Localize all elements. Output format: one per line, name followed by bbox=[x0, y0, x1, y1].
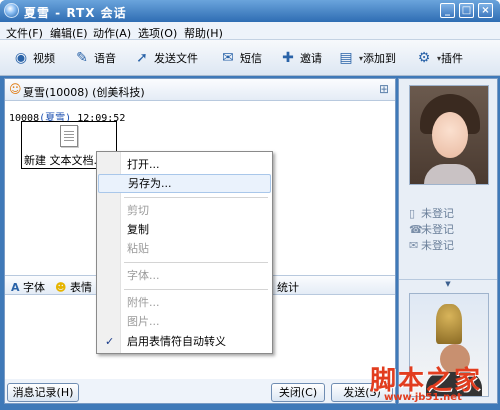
menu-item-attachment[interactable]: 附件... bbox=[98, 293, 271, 312]
watermark: 脚本之家 www.jb51.net bbox=[370, 360, 498, 408]
menu-item-paste[interactable]: 粘贴 bbox=[98, 239, 271, 258]
invite-button[interactable]: ✚ 邀请 bbox=[279, 48, 322, 68]
checkmark-icon: ✓ bbox=[105, 335, 115, 348]
voice-button[interactable]: ✎ 语音 bbox=[73, 48, 116, 68]
rtx-logo-icon bbox=[4, 3, 19, 18]
font-icon: A bbox=[11, 281, 20, 294]
close-window-button[interactable]: × bbox=[478, 3, 493, 18]
org-tree-icon[interactable]: ⊞ bbox=[379, 82, 389, 96]
watermark-url: www.jb51.net bbox=[384, 392, 462, 403]
close-button[interactable]: 关闭(C) bbox=[271, 383, 325, 402]
minimize-button[interactable]: _ bbox=[440, 3, 455, 18]
send-file-icon: ➚ bbox=[136, 50, 148, 66]
maximize-button[interactable]: □ bbox=[459, 3, 474, 18]
webcam-icon: ◉ bbox=[14, 50, 28, 66]
menu-bar: 文件(F) 编辑(E) 动作(A) 选项(O) 帮助(H) bbox=[0, 22, 500, 40]
menu-item-save-as[interactable]: 另存为... bbox=[98, 174, 271, 193]
menu-options[interactable]: 选项(O) bbox=[138, 25, 177, 41]
sms-button[interactable]: ✉ 短信 bbox=[219, 48, 262, 68]
sms-icon: ✉ bbox=[222, 50, 234, 66]
plugin-icon: ⚙ bbox=[417, 50, 431, 66]
mobile-icon: ▯ bbox=[409, 207, 416, 220]
chat-window: 夏雪 - RTX 会话 _ □ × 文件(F) 编辑(E) 动作(A) 选项(O… bbox=[0, 0, 500, 410]
context-menu: 打开... 另存为... 剪切 复制 粘贴 字体... 附件... 图片... … bbox=[96, 151, 273, 354]
stats-button[interactable]: 统计 bbox=[277, 279, 299, 295]
tel-info: ☎未登记 bbox=[409, 223, 454, 236]
title-bar[interactable]: 夏雪 - RTX 会话 _ □ × bbox=[0, 0, 500, 22]
smiley-icon: ☻ bbox=[55, 281, 67, 294]
menu-item-image[interactable]: 图片... bbox=[98, 312, 271, 331]
invite-icon: ✚ bbox=[282, 50, 294, 66]
menu-help[interactable]: 帮助(H) bbox=[184, 25, 223, 41]
microphone-icon: ✎ bbox=[76, 50, 88, 66]
contact-header: ☺ 夏雪(10008) (创美科技) ⊞ bbox=[5, 79, 395, 101]
video-button[interactable]: ◉ 视频 bbox=[12, 48, 55, 68]
message-history-button[interactable]: 消息记录(H) bbox=[7, 383, 79, 402]
emoticon-button[interactable]: ☻ 表情 bbox=[55, 279, 92, 295]
menu-file[interactable]: 文件(F) bbox=[6, 25, 43, 41]
menu-item-cut[interactable]: 剪切 bbox=[98, 201, 271, 220]
mail-icon: ✉ bbox=[409, 239, 419, 252]
contact-name: 夏雪(10008) (创美科技) bbox=[23, 86, 145, 99]
bottom-bar: 消息记录(H) 关闭(C) 发送(S) bbox=[5, 379, 395, 403]
email-info: ✉ 未登记 bbox=[409, 239, 454, 252]
add-to-button[interactable]: ▤ ▾ 添加到 bbox=[337, 48, 396, 68]
panel-splitter[interactable]: ▼ bbox=[399, 279, 497, 289]
window-title: 夏雪 - RTX 会话 bbox=[24, 6, 127, 20]
phone-info: ▯ 未登记 bbox=[409, 207, 454, 220]
send-file-button[interactable]: ➚ 发送文件 bbox=[133, 48, 198, 68]
toolbar: ◉ 视频 ✎ 语音 ➚ 发送文件 ✉ 短信 ✚ 邀请 ▤ ▾ 添加到 ⚙ ▾ 插… bbox=[0, 40, 500, 76]
add-to-icon: ▤ bbox=[339, 50, 353, 66]
side-panel: ▯ 未登记 ☎未登记 ✉ 未登记 ▼ bbox=[398, 78, 498, 404]
menu-item-copy[interactable]: 复制 bbox=[98, 220, 271, 239]
menu-item-font[interactable]: 字体... bbox=[98, 266, 271, 285]
menu-edit[interactable]: 编辑(E) bbox=[50, 25, 88, 41]
menu-item-auto-emoticon[interactable]: ✓ 启用表情符自动转义 bbox=[98, 332, 271, 351]
contact-avatar bbox=[409, 85, 489, 185]
font-button[interactable]: A 字体 bbox=[11, 279, 45, 295]
menu-action[interactable]: 动作(A) bbox=[93, 25, 131, 41]
user-icon: ☺ bbox=[9, 82, 22, 96]
menu-item-open[interactable]: 打开... bbox=[98, 155, 271, 174]
plugin-button[interactable]: ⚙ ▾ 插件 bbox=[415, 48, 463, 68]
text-document-icon bbox=[60, 125, 78, 147]
telephone-icon: ☎ bbox=[409, 223, 423, 236]
